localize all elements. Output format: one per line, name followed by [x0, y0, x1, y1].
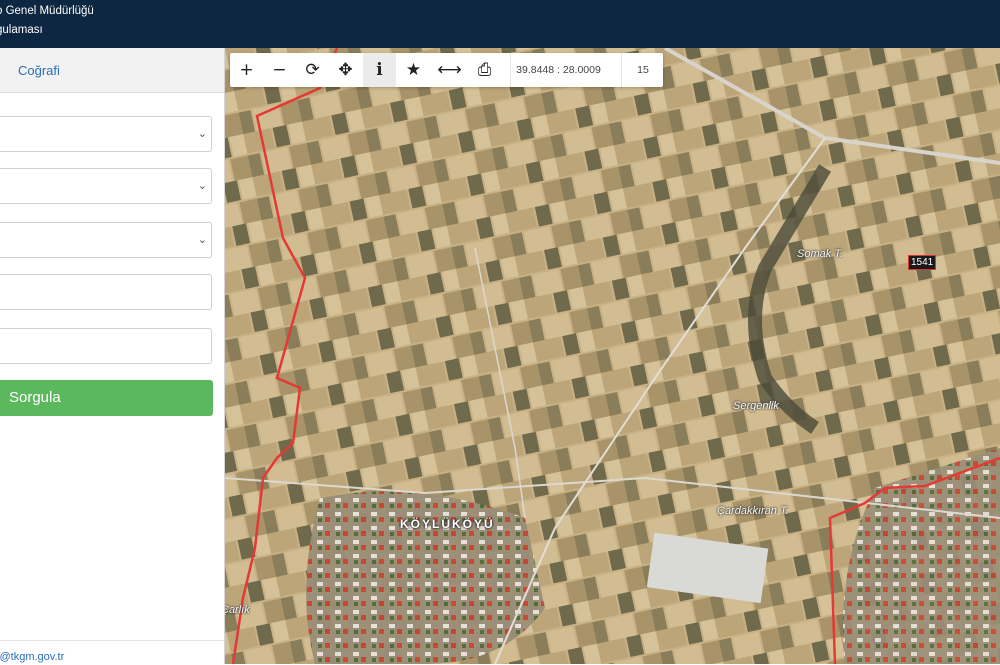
- refresh-icon[interactable]: ⟳: [296, 53, 329, 87]
- text-field-1[interactable]: [0, 274, 212, 310]
- zoom-level-readout: 15: [621, 53, 664, 87]
- app-header: o Genel Müdürlüğü gulaması: [0, 0, 1000, 48]
- select-field-1[interactable]: ⌄: [0, 116, 212, 152]
- tab-cografi[interactable]: Coğrafi: [18, 63, 60, 78]
- pan-icon[interactable]: ✥: [329, 53, 362, 87]
- zoom-in-icon[interactable]: +: [230, 53, 263, 87]
- info-icon[interactable]: i: [363, 53, 396, 87]
- print-icon[interactable]: ⎙: [468, 53, 501, 87]
- place-label-sergenlik: Sergenlik: [733, 400, 779, 412]
- measure-icon[interactable]: ⟷: [433, 53, 466, 87]
- place-label-somak: Somak T.: [797, 248, 844, 260]
- place-label-carlik: Çarlık: [225, 604, 250, 616]
- sidebar-footer: s@tkgm.gov.tr: [0, 640, 224, 665]
- text-field-2[interactable]: [0, 328, 212, 364]
- place-label-cardakkiran: Çardakkıran T.: [717, 505, 789, 517]
- sidebar-tabs: Coğrafi: [0, 48, 224, 93]
- query-sidebar: Coğrafi ⌄ ⌄ ⌄ Sorgula s@tkgm.gov.tr: [0, 48, 225, 664]
- chevron-down-icon: ⌄: [197, 180, 207, 192]
- query-button[interactable]: Sorgula: [0, 380, 213, 416]
- parcel-number-label[interactable]: 1541: [908, 255, 937, 270]
- satellite-map[interactable]: Somak T. Sergenlik Çardakkıran T. Çarlık: [225, 48, 1000, 664]
- select-field-2[interactable]: ⌄: [0, 168, 212, 204]
- map-imagery: [225, 48, 1000, 664]
- header-title: o Genel Müdürlüğü: [0, 5, 94, 17]
- chevron-down-icon: ⌄: [197, 128, 207, 140]
- map-toolbar: + − ⟳ ✥ i ★ ⟷ ⎙ 39.8448 : 28.0009 15: [230, 53, 663, 87]
- chevron-down-icon: ⌄: [197, 234, 207, 246]
- select-field-3[interactable]: ⌄: [0, 222, 212, 258]
- coordinate-readout: 39.8448 : 28.0009: [510, 53, 606, 87]
- header-subtitle: gulaması: [0, 24, 43, 36]
- zoom-out-icon[interactable]: −: [263, 53, 296, 87]
- contact-email-link[interactable]: s@tkgm.gov.tr: [0, 651, 64, 663]
- star-icon[interactable]: ★: [397, 53, 430, 87]
- village-label: KÖYLÜKÖYÜ: [400, 517, 495, 531]
